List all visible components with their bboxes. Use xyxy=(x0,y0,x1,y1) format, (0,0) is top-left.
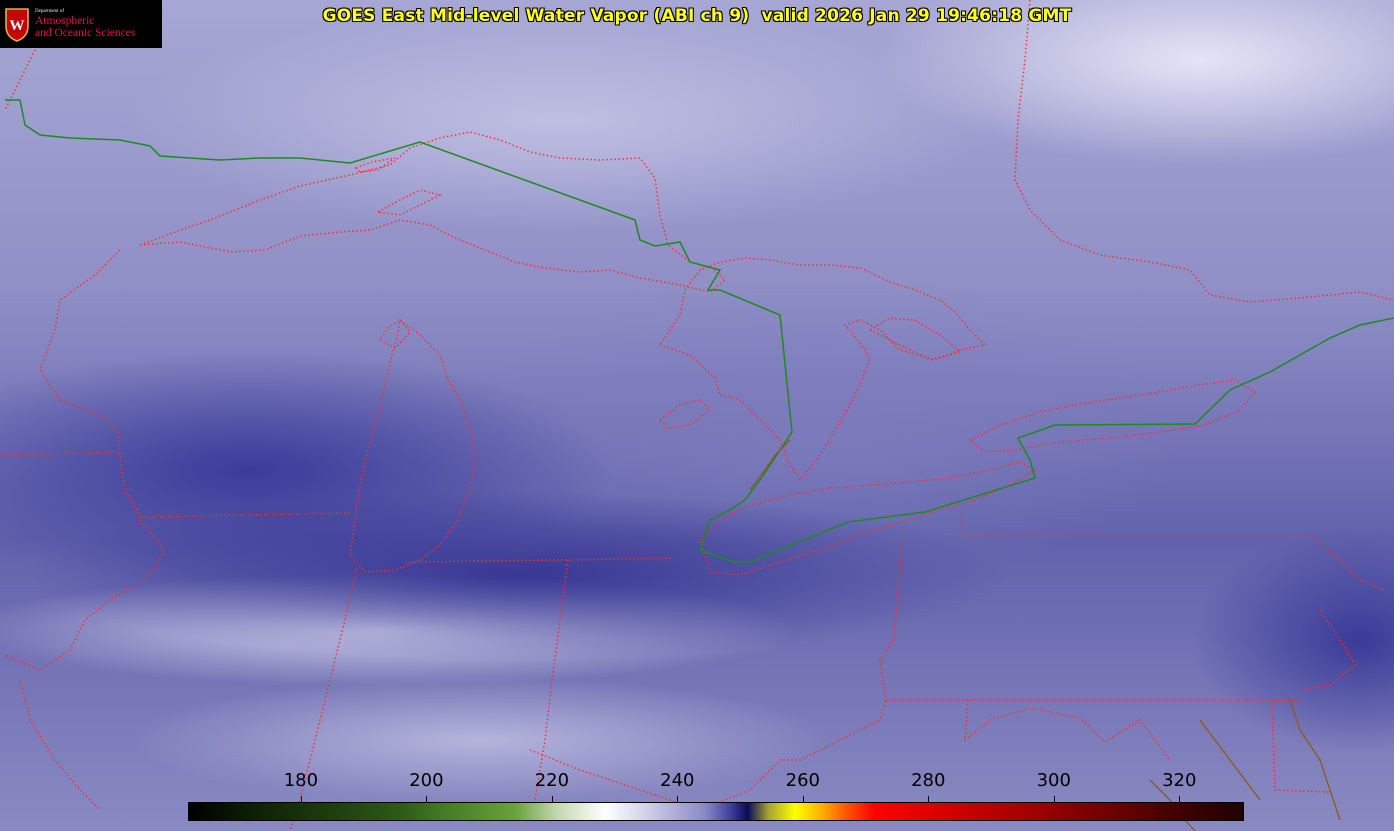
colorbar-tick-label: 280 xyxy=(911,770,946,791)
wi-il-line xyxy=(139,512,351,518)
saginaw-bay xyxy=(658,399,712,429)
colorbar-tick xyxy=(551,796,553,802)
state-borders xyxy=(0,0,1394,831)
ia-mn-line xyxy=(0,451,119,456)
wv-va-line xyxy=(964,699,1171,761)
colorbar-tick-label: 220 xyxy=(534,770,570,791)
colorbar-tick xyxy=(300,796,302,802)
oh-pa-line xyxy=(879,539,903,701)
colorbar-tick-label: 200 xyxy=(409,770,444,791)
colorbar-tick xyxy=(802,796,804,802)
colorbar-tick xyxy=(426,796,428,802)
colorbar-tick-label: 300 xyxy=(1036,770,1071,791)
colorbar-tick xyxy=(1179,796,1181,802)
international-border xyxy=(5,99,1394,563)
ia-il-line xyxy=(4,519,166,671)
colorbar-legend: 180 200 220 240 260 280 300 320 xyxy=(0,760,1394,831)
pa-ny-line xyxy=(961,515,1386,591)
lake-superior-shore xyxy=(139,131,727,293)
colorbar-tick-label: 240 xyxy=(660,770,695,791)
water-vapor-imagery xyxy=(0,0,1394,831)
lake-michigan-shore xyxy=(349,318,477,573)
keweenaw xyxy=(375,189,443,216)
lake-huron-shore xyxy=(658,257,987,482)
colorbar-tick xyxy=(677,796,679,802)
map-overlay xyxy=(0,0,1394,831)
georgian-bay xyxy=(868,317,962,361)
temperature-colorbar xyxy=(188,802,1244,821)
colorbar-tick xyxy=(1053,796,1055,802)
colorbar-tick-label: 320 xyxy=(1162,770,1197,791)
lake-erie-shore xyxy=(699,461,1037,576)
mn-wi-line xyxy=(39,249,141,516)
nj-line xyxy=(1299,609,1356,691)
colorbar-tick-label: 180 xyxy=(283,770,319,791)
lake-ontario-shore xyxy=(968,379,1257,453)
ontario-quebec-line xyxy=(1014,0,1394,303)
green-bay xyxy=(378,319,411,349)
colorbar-tick-label: 260 xyxy=(785,770,820,791)
image-title: GOES East Mid-level Water Vapor (ABI ch … xyxy=(322,6,1072,26)
mi-in-oh-line xyxy=(404,557,673,563)
logo-oceanic-sciences: and Oceanic Sciences xyxy=(35,27,136,39)
colorbar-tick xyxy=(928,796,930,802)
